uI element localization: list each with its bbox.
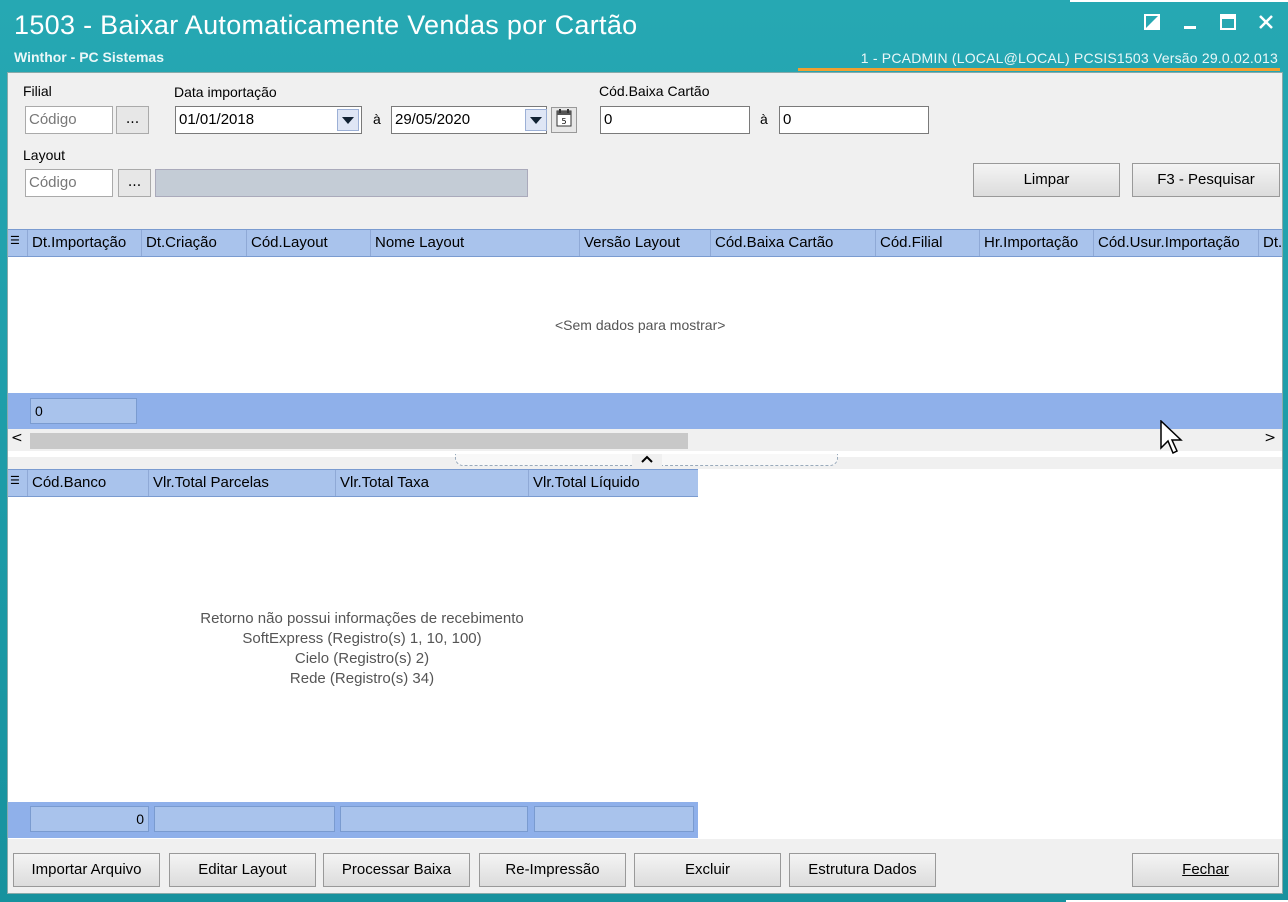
cod-baixa-label: Cód.Baixa Cartão <box>599 83 710 99</box>
layout-code-input[interactable]: Código <box>25 169 113 197</box>
layout-label: Layout <box>23 147 66 163</box>
data-importacao-label: Data importação <box>174 84 277 100</box>
layout-name-field <box>155 169 528 197</box>
col-hr-importacao[interactable]: Hr.Importação <box>980 230 1094 256</box>
no-receipt-info: Retorno não possui informações de recebi… <box>162 609 562 689</box>
info-line: SoftExpress (Registro(s) 1, 10, 100) <box>242 630 482 647</box>
col-cod-usur-importacao[interactable]: Cód.Usur.Importação <box>1094 230 1259 256</box>
col-vlr-total-liquido[interactable]: Vlr.Total Líquido <box>529 470 698 496</box>
fechar-button[interactable]: Fechar <box>1132 853 1279 887</box>
bank-count-cell: 0 <box>30 806 149 832</box>
importar-arquivo-button[interactable]: Importar Arquivo <box>13 853 160 887</box>
bank-column-chooser-icon[interactable]: ☰ <box>8 470 28 496</box>
cod-baixa-from-input[interactable]: 0 <box>600 106 750 134</box>
maximize-icon[interactable] <box>1216 10 1240 34</box>
data-from-value: 01/01/2018 <box>179 111 255 128</box>
col-dt-criacao[interactable]: Dt.Criação <box>142 230 247 256</box>
form-client-area: Filial Código ... Data importação 01/01/… <box>7 72 1283 894</box>
estrutura-dados-button[interactable]: Estrutura Dados <box>789 853 936 887</box>
filial-label: Filial <box>23 83 52 99</box>
reimpressao-button[interactable]: Re-Impressão <box>479 853 626 887</box>
cod-range-separator: à <box>760 111 768 127</box>
collapse-up-icon[interactable] <box>632 454 662 468</box>
col-nome-layout[interactable]: Nome Layout <box>371 230 580 256</box>
session-underline <box>798 68 1280 71</box>
info-line: Rede (Registro(s) 34) <box>289 670 435 687</box>
bank-grid-footer: 0 <box>8 802 698 838</box>
data-to-dropdown-icon[interactable] <box>525 109 547 131</box>
excluir-button[interactable]: Excluir <box>634 853 781 887</box>
restore-icon[interactable] <box>1140 10 1164 34</box>
window-controls <box>1140 10 1278 34</box>
import-grid-hscroll[interactable]: < > <box>8 429 1282 451</box>
total-taxa-cell <box>340 806 528 832</box>
window-title: 1503 - Baixar Automaticamente Vendas por… <box>14 10 638 40</box>
cod-baixa-to-input[interactable]: 0 <box>779 106 929 134</box>
data-to-value: 29/05/2020 <box>395 111 471 128</box>
data-to-input[interactable]: 29/05/2020 <box>391 106 547 134</box>
total-liquido-cell <box>534 806 694 832</box>
col-dt-truncated[interactable]: Dt. <box>1259 230 1282 256</box>
session-info: 1 - PCADMIN (LOCAL@LOCAL) PCSIS1503 Vers… <box>860 50 1278 66</box>
close-icon[interactable] <box>1254 10 1278 34</box>
col-cod-filial[interactable]: Cód.Filial <box>876 230 980 256</box>
col-dt-importacao[interactable]: Dt.Importação <box>28 230 142 256</box>
import-grid-footer: 0 <box>8 393 1282 429</box>
pesquisar-button[interactable]: F3 - Pesquisar <box>1132 163 1280 197</box>
data-range-separator: à <box>373 111 381 127</box>
app-window: 1503 - Baixar Automaticamente Vendas por… <box>0 0 1288 902</box>
import-grid-header: ☰ Dt.Importação Dt.Criação Cód.Layout No… <box>8 229 1282 257</box>
calendar-digit: 5 <box>561 117 566 126</box>
bank-grid-header: ☰ Cód.Banco Vlr.Total Parcelas Vlr.Total… <box>8 469 698 497</box>
scroll-thumb[interactable] <box>30 433 688 449</box>
empty-grid-message: <Sem dados para mostrar> <box>555 317 726 333</box>
info-line: Cielo (Registro(s) 2) <box>294 650 430 667</box>
mouse-cursor-icon <box>1160 419 1186 462</box>
import-count-cell: 0 <box>30 398 137 424</box>
window-subtitle: Winthor - PC Sistemas <box>14 49 165 65</box>
editar-layout-button[interactable]: Editar Layout <box>169 853 316 887</box>
filial-lookup-button[interactable]: ... <box>116 106 149 134</box>
data-from-input[interactable]: 01/01/2018 <box>175 106 362 134</box>
col-versao-layout[interactable]: Versão Layout <box>580 230 711 256</box>
scroll-right-icon[interactable]: > <box>1264 430 1276 446</box>
col-cod-banco[interactable]: Cód.Banco <box>28 470 149 496</box>
calendar-icon[interactable]: 5 <box>551 107 577 133</box>
col-vlr-total-parcelas[interactable]: Vlr.Total Parcelas <box>149 470 336 496</box>
col-vlr-total-taxa[interactable]: Vlr.Total Taxa <box>336 470 529 496</box>
scroll-left-icon[interactable]: < <box>11 430 23 446</box>
total-parcelas-cell <box>154 806 335 832</box>
data-from-dropdown-icon[interactable] <box>337 109 359 131</box>
column-chooser-icon[interactable]: ☰ <box>8 230 28 256</box>
processar-baixa-button[interactable]: Processar Baixa <box>323 853 470 887</box>
col-cod-baixa-cartao[interactable]: Cód.Baixa Cartão <box>711 230 876 256</box>
layout-lookup-button[interactable]: ... <box>118 169 151 197</box>
bank-grid: ☰ Cód.Banco Vlr.Total Parcelas Vlr.Total… <box>8 469 1282 839</box>
title-bar: 1503 - Baixar Automaticamente Vendas por… <box>0 0 1288 71</box>
filial-code-input[interactable]: Código <box>25 106 113 134</box>
minimize-icon[interactable] <box>1178 10 1202 34</box>
col-cod-layout[interactable]: Cód.Layout <box>247 230 371 256</box>
info-line: Retorno não possui informações de recebi… <box>200 610 524 627</box>
limpar-button[interactable]: Limpar <box>973 163 1120 197</box>
